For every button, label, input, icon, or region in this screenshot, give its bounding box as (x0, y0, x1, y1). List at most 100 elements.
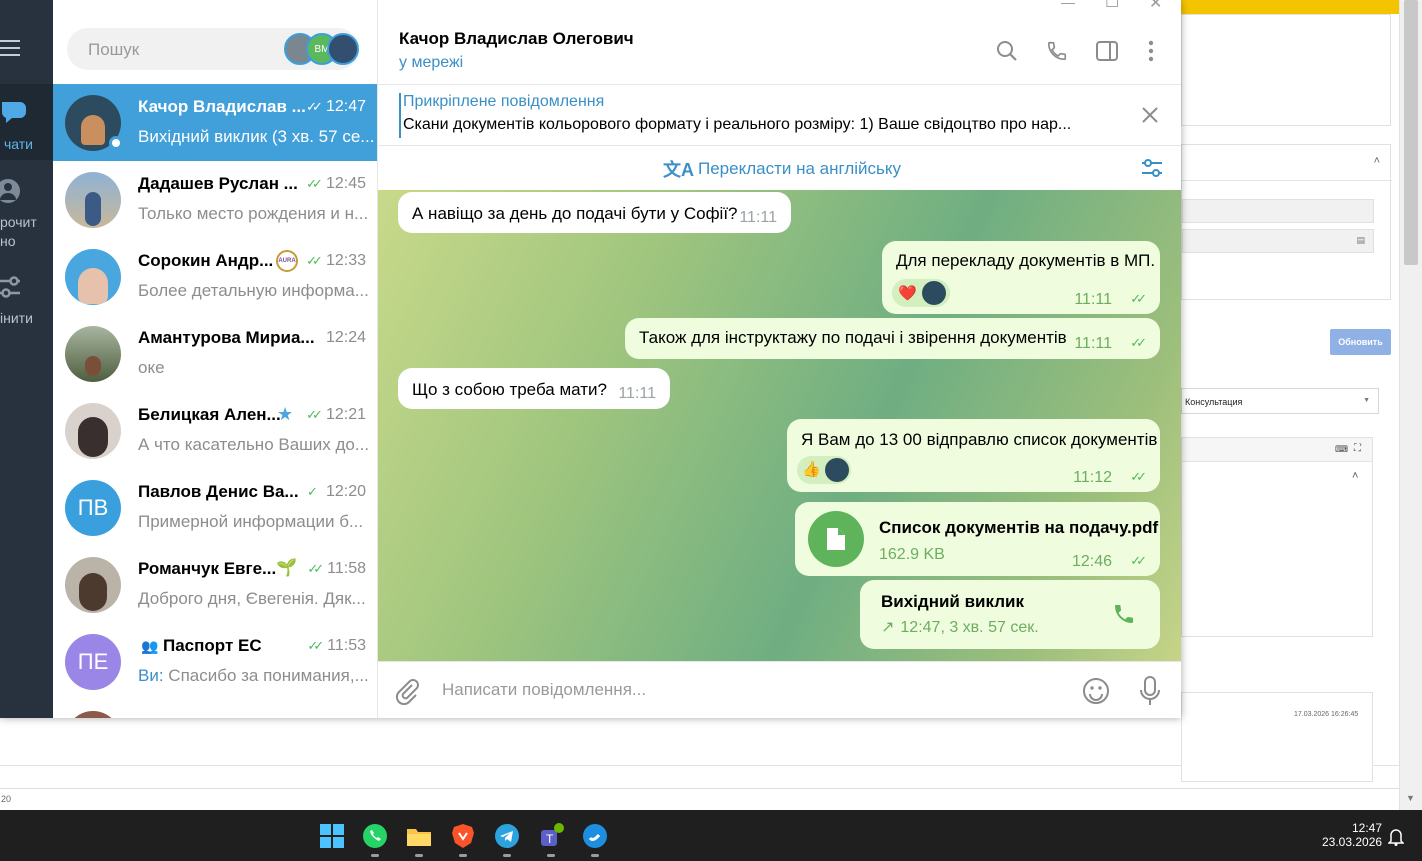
chat-list-panel: Пошук ВМ Качор Владислав ... ✓✓ 12:47 Вих… (53, 0, 378, 718)
file-explorer-icon[interactable] (405, 822, 433, 850)
search-icon[interactable] (996, 40, 1018, 62)
read-check-icon: ✓✓ (1130, 469, 1147, 484)
message-text: Що з собою треба мати? (412, 380, 607, 399)
pinned-message-bar[interactable]: Прикріплене повідомлення Скани документі… (378, 85, 1181, 146)
folder-edit[interactable]: інити (0, 272, 53, 328)
chat-time: 11:53 (327, 637, 366, 654)
avatar (65, 249, 121, 305)
chat-item[interactable]: Романчук Евге... 🌱 ✓✓ 11:58 Доброго дня, … (53, 546, 377, 623)
skype-icon[interactable] (581, 822, 609, 850)
folder-unread[interactable]: рочит но (0, 172, 53, 252)
chat-time: 12:24 (325, 329, 366, 346)
scrollbar-thumb[interactable] (1404, 0, 1418, 265)
running-indicator (503, 854, 511, 857)
chat-item[interactable]: ПЕ 👥 Паспорт ЕС ✓✓ 11:53 Ви: Спасибо за п… (53, 623, 377, 700)
chat-item[interactable]: Белицкая Ален... ★ ✓✓ 12:21 А что касател… (53, 392, 377, 469)
svg-text:T: T (546, 832, 554, 846)
message-bubble[interactable]: Для перекладу документів в МП. ❤️ 11:11 … (882, 241, 1160, 314)
call-back-icon[interactable] (1112, 602, 1136, 626)
background-form-panel: ˄ ▤ (1181, 144, 1392, 300)
close-window-button[interactable]: ✕ (1149, 0, 1162, 13)
avatar (65, 326, 121, 382)
read-check-icon: ✓✓ (306, 176, 323, 191)
call-info: 12:47, 3 хв. 57 сек. (900, 619, 1039, 636)
message-bubble[interactable]: А навіщо за день до подачі бути у Софії?… (398, 192, 791, 233)
message-bubble[interactable]: Також для інструктажу по подачі і звірен… (625, 318, 1160, 359)
chat-item[interactable]: Амантурова Мириа... 12:24 оке (53, 315, 377, 392)
reaction[interactable]: ❤️ (892, 279, 950, 307)
chat-item[interactable]: Дадашев Руслан ... ✓✓ 12:45 Только место … (53, 161, 377, 238)
page-scrollbar[interactable]: ▼ (1399, 0, 1422, 810)
collapse-icon[interactable]: ˄ (1374, 155, 1380, 167)
windows-start-icon[interactable] (318, 822, 346, 850)
chat-time: 12:45 (325, 175, 366, 192)
background-input[interactable] (1182, 199, 1374, 223)
translate-button[interactable]: 文A Перекласти на англійську (663, 156, 901, 182)
telegram-icon[interactable] (493, 822, 521, 850)
keyboard-icon[interactable]: ⌨ (1335, 444, 1348, 455)
avatar (825, 458, 849, 482)
sent-check-icon: ✓ (307, 484, 318, 499)
message-bubble[interactable]: Я Вам до 13 00 відправлю список документ… (787, 419, 1160, 492)
scroll-down-icon[interactable]: ▼ (1406, 793, 1415, 803)
file-download-button[interactable] (808, 511, 864, 567)
notification-bell-icon[interactable] (1388, 828, 1404, 846)
compose-bar: Написати повідомлення... (378, 661, 1181, 718)
footer-text: 20 (1, 794, 12, 804)
chats-icon (1, 102, 26, 123)
chat-item[interactable] (53, 700, 377, 718)
background-editor[interactable]: ⌨ ⛶ ˄ (1181, 437, 1373, 637)
microphone-icon[interactable] (1140, 676, 1160, 706)
whatsapp-icon[interactable] (361, 822, 389, 850)
chat-preview: Примерной информации б... (138, 512, 364, 531)
read-check-icon: ✓✓ (1130, 335, 1147, 350)
emoji-icon[interactable] (1082, 677, 1110, 705)
chat-preview: Спасибо за понимания,... (163, 666, 369, 685)
message-time: 11:12 (1073, 469, 1112, 486)
background-date-input[interactable]: ▤ (1182, 229, 1374, 253)
chat-item[interactable]: Сорокин Андр... AURA ✓✓ 12:33 Более детал… (53, 238, 377, 315)
sidebar-toggle-icon[interactable] (1096, 41, 1118, 61)
log-timestamp: 17.03.2026 16:26:45 (1294, 711, 1359, 718)
translate-settings-icon[interactable] (1141, 158, 1163, 178)
folder-label: рочит (0, 214, 37, 230)
maximize-button[interactable]: ☐ (1105, 0, 1119, 12)
running-indicator (547, 854, 555, 857)
chat-name: Амантурова Мириа... (138, 328, 315, 347)
phone-icon[interactable] (1046, 40, 1068, 62)
reaction[interactable]: 👍 (797, 456, 851, 484)
more-menu-icon[interactable] (1146, 40, 1156, 62)
read-check-icon: ✓✓ (306, 407, 323, 422)
fullscreen-icon[interactable]: ⛶ (1354, 443, 1361, 454)
chat-title[interactable]: Качор Владислав Олегович (399, 29, 634, 49)
refresh-button[interactable]: Обновить (1330, 329, 1391, 355)
folder-label: чати (4, 136, 34, 152)
message-bubble[interactable]: Що з собою треба мати? 11:11 (398, 368, 670, 409)
clock[interactable]: 12:47 23.03.2026 (1322, 821, 1382, 849)
menu-icon[interactable] (0, 40, 20, 56)
folder-rail: чати рочит но інити (0, 0, 53, 718)
outgoing-arrow-icon: ↗ (881, 619, 895, 636)
attach-icon[interactable] (395, 677, 419, 705)
message-input[interactable]: Написати повідомлення... (442, 680, 1042, 700)
avatar (65, 172, 121, 228)
brave-icon[interactable] (449, 822, 477, 850)
chat-view: Качор Владислав Олегович у мережі — ☐ ✕ … (378, 0, 1181, 718)
message-time: 11:11 (739, 209, 777, 226)
chat-item[interactable]: ПВ Павлов Денис Ва... ✓ 12:20 Примерной и… (53, 469, 377, 546)
chat-time: 12:21 (325, 406, 366, 423)
minimize-button[interactable]: — (1061, 0, 1075, 10)
story-avatars[interactable]: ВМ (284, 33, 359, 65)
pinned-text: Скани документів кольорового формату і р… (403, 116, 1072, 133)
collapse-icon[interactable]: ˄ (1352, 470, 1358, 482)
folder-all-chats[interactable]: чати (0, 84, 53, 160)
folder-label: інити (0, 310, 33, 326)
teams-icon[interactable]: T (537, 822, 565, 850)
avatar (922, 281, 946, 305)
file-message[interactable]: Список документів на подачу.pdf 162.9 KB… (795, 502, 1160, 576)
call-message[interactable]: Вихідний виклик ↗ 12:47, 3 хв. 57 сек. (860, 580, 1160, 649)
close-icon[interactable] (1141, 106, 1159, 124)
chat-item[interactable]: Качор Владислав ... ✓✓ 12:47 Вихідний вик… (53, 84, 377, 161)
background-select[interactable]: Консультация ▼ (1181, 388, 1379, 414)
read-check-icon: ✓✓ (306, 253, 323, 268)
